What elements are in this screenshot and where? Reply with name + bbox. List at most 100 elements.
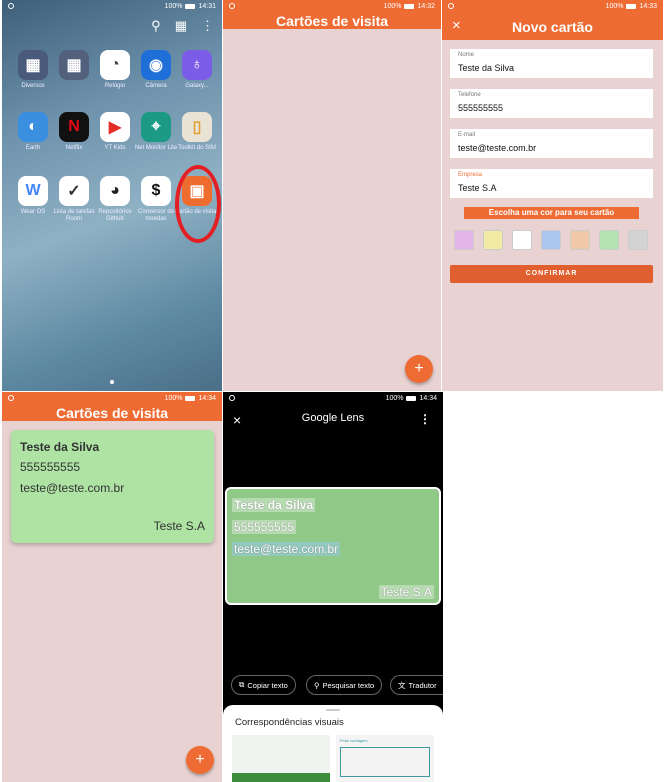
card-phone: 555555555 <box>20 460 81 474</box>
field-value: Teste da Silva <box>458 63 515 73</box>
color-swatch[interactable] <box>570 230 590 250</box>
detected-name[interactable]: Teste da Silva <box>232 498 316 512</box>
business-card[interactable]: Teste da Silva 555555555 teste@teste.com… <box>11 430 214 543</box>
card-company: Teste S.A <box>153 519 205 533</box>
app-galaxy[interactable]: ♁ Galaxy... <box>172 50 222 90</box>
status-time: 14:33 <box>639 2 657 10</box>
more-icon[interactable]: ⋮ <box>419 412 431 426</box>
translate-chip[interactable]: 文 Tradutor <box>390 675 443 695</box>
field-value: 555555555 <box>458 103 504 113</box>
chip-label: Tradutor <box>408 680 437 690</box>
app-header: 100% 14:32 Cartões de visita <box>223 0 441 29</box>
name-field[interactable]: Nome Teste da Silva <box>450 49 653 78</box>
confirm-button[interactable]: CONFIRMAR <box>450 265 653 283</box>
folder-icon: ▦ <box>59 50 89 80</box>
choose-color-button[interactable]: Escolha uma cor para seu cartão <box>464 207 639 219</box>
battery-icon <box>404 3 415 9</box>
battery-icon <box>626 3 637 9</box>
color-swatch[interactable] <box>483 230 503 250</box>
battery-percent: 100% <box>164 2 183 10</box>
detected-company[interactable]: Teste S.A <box>378 585 434 599</box>
visual-matches-sheet[interactable]: Correspondências visuais Fiote contagem <box>223 705 443 782</box>
highlight-circle <box>175 165 221 243</box>
plus-icon: + <box>195 751 205 768</box>
status-time: 14:31 <box>198 2 216 10</box>
earth-icon: ◐ <box>18 112 48 142</box>
tasks-icon: ✓ <box>59 176 89 206</box>
plus-icon: + <box>414 360 424 377</box>
thumb-label: Fiote contagem <box>340 738 368 743</box>
field-label: Nome <box>458 52 475 58</box>
page-title: Cartões de visita <box>55 405 169 421</box>
thumb-graphic <box>232 773 330 782</box>
battery-icon <box>185 395 196 401</box>
card-name: Teste da Silva <box>20 440 100 454</box>
company-field[interactable]: Empresa Teste S.A <box>450 169 653 198</box>
scanned-card[interactable]: Teste da Silva 555555555 teste@teste.com… <box>225 487 441 605</box>
notification-icon <box>8 395 14 401</box>
empty-list-panel: 100% 14:32 Cartões de visita + <box>223 0 441 391</box>
search-icon: ⚲ <box>314 680 320 690</box>
battery-icon <box>406 395 417 401</box>
color-swatch[interactable] <box>628 230 648 250</box>
camera-icon: ◉ <box>141 50 171 80</box>
sheet-handle[interactable] <box>326 709 340 711</box>
battery-icon <box>185 3 196 9</box>
qr-scan-icon[interactable]: ▦ <box>175 18 187 34</box>
net-monitor-icon: ⌖ <box>141 112 171 142</box>
add-card-button[interactable]: + <box>405 355 433 383</box>
detected-email[interactable]: teste@teste.com.br <box>232 542 341 556</box>
phone-field[interactable]: Telefone 555555555 <box>450 89 653 118</box>
chip-label: Copiar texto <box>247 680 288 690</box>
search-text-chip[interactable]: ⚲ Pesquisar texto <box>306 675 383 695</box>
translate-icon: 文 <box>398 680 406 690</box>
sheet-title: Correspondências visuais <box>235 717 344 728</box>
dollar-icon: $ <box>141 176 171 206</box>
page-indicator <box>110 380 114 384</box>
page-title: Cartões de visita <box>275 13 389 29</box>
status-bar: 100% 14:31 <box>2 0 222 12</box>
status-time: 14:32 <box>417 2 435 10</box>
add-card-button[interactable]: + <box>186 746 214 774</box>
app-label: Toolkit do SIM <box>178 145 216 151</box>
app-label: Diversos <box>21 83 45 89</box>
yt-kids-icon: ▶ <box>100 112 130 142</box>
email-field[interactable]: E-mail teste@teste.com.br <box>450 129 653 158</box>
home-screen-panel: 100% 14:31 ⚲ ▦ ⋮ ▦ Diversos ▦ ◔ Relógio ◉ Câme… <box>2 0 222 391</box>
sim-icon: ▯ <box>182 112 212 142</box>
google-lens-panel: 100% 14:34 × Google Lens ⋮ Teste da Silv… <box>223 392 443 782</box>
app-header: 100% 14:33 × Novo cartão <box>442 0 663 40</box>
battery-percent: 100% <box>605 2 624 10</box>
color-swatch[interactable] <box>599 230 619 250</box>
color-swatch[interactable] <box>541 230 561 250</box>
netflix-icon: N <box>59 112 89 142</box>
notification-icon <box>229 395 235 401</box>
match-thumbnail[interactable] <box>232 735 330 782</box>
folder-icon: ▦ <box>18 50 48 80</box>
card-list-panel: 100% 14:34 Cartões de visita Teste da Si… <box>2 392 222 782</box>
field-value: Teste S.A <box>458 183 497 193</box>
chip-label: Pesquisar texto <box>322 680 375 690</box>
new-card-form-panel: 100% 14:33 × Novo cartão Nome Teste da S… <box>442 0 663 391</box>
copy-text-chip[interactable]: ⧉ Copiar texto <box>231 675 296 695</box>
clock-icon: ◔ <box>100 50 130 80</box>
notification-icon <box>448 3 454 9</box>
status-time: 14:34 <box>419 394 437 402</box>
color-swatch[interactable] <box>512 230 532 250</box>
battery-percent: 100% <box>385 394 404 402</box>
battery-percent: 100% <box>383 2 402 10</box>
match-thumbnail[interactable]: Fiote contagem <box>336 735 434 782</box>
page-title: Novo cartão <box>512 19 593 35</box>
app-toolkit-do-sim[interactable]: ▯ Toolkit do SIM <box>172 112 222 152</box>
notification-icon <box>229 3 235 9</box>
detected-phone[interactable]: 555555555 <box>232 520 297 534</box>
color-swatch[interactable] <box>454 230 474 250</box>
app-header: 100% 14:34 Cartões de visita <box>2 392 222 421</box>
more-icon[interactable]: ⋮ <box>201 18 214 34</box>
field-label: Empresa <box>458 172 483 178</box>
field-label: E-mail <box>458 132 476 138</box>
copy-icon: ⧉ <box>239 680 245 689</box>
search-icon[interactable]: ⚲ <box>151 18 161 34</box>
field-value: teste@teste.com.br <box>458 143 537 153</box>
field-label: Telefone <box>458 92 481 98</box>
